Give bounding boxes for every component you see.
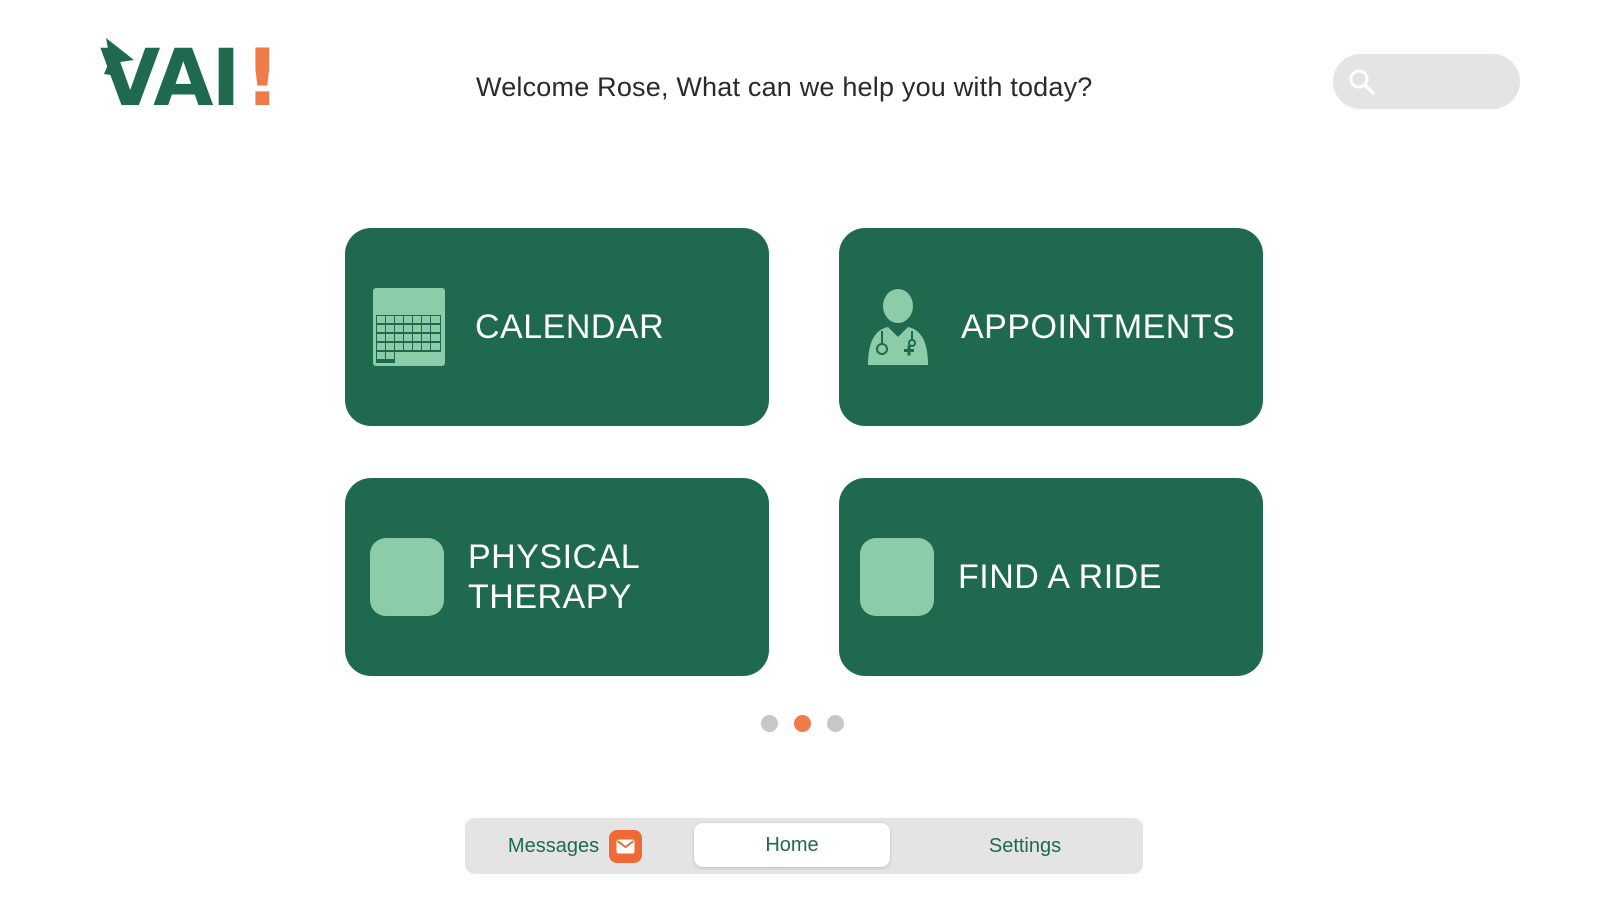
bottom-nav: Messages Home Settings bbox=[465, 818, 1143, 874]
search-icon bbox=[1349, 69, 1375, 95]
nav-messages-label: Messages bbox=[507, 834, 600, 857]
nav-settings-label: Settings bbox=[988, 834, 1062, 857]
physical-therapy-label-line1: PHYSICAL bbox=[468, 538, 641, 576]
page-dot-2-active[interactable] bbox=[794, 715, 811, 732]
search-bar[interactable] bbox=[1333, 54, 1520, 109]
search-input[interactable] bbox=[1387, 66, 1517, 97]
app-logo: VAI ! bbox=[100, 38, 280, 118]
doctor-icon bbox=[868, 289, 928, 365]
carousel-pagination bbox=[761, 715, 844, 732]
page-dot-3[interactable] bbox=[827, 715, 844, 732]
calendar-tile-label: CALENDAR bbox=[475, 308, 665, 346]
find-a-ride-tile-label: FIND A RIDE bbox=[958, 558, 1162, 596]
physical-therapy-tile-label: PHYSICAL THERAPY bbox=[468, 537, 640, 617]
welcome-message: Welcome Rose, What can we help you with … bbox=[476, 72, 1093, 102]
page-dot-1[interactable] bbox=[761, 715, 778, 732]
appointments-tile[interactable]: APPOINTMENTS bbox=[839, 228, 1263, 426]
mail-icon bbox=[609, 829, 643, 863]
nav-messages-tab[interactable]: Messages bbox=[495, 818, 655, 874]
logo-wordmark: VAI bbox=[100, 34, 240, 124]
physical-therapy-icon bbox=[370, 538, 444, 616]
physical-therapy-label-line2: THERAPY bbox=[468, 578, 633, 616]
find-a-ride-icon bbox=[860, 538, 934, 616]
physical-therapy-tile[interactable]: PHYSICAL THERAPY bbox=[345, 478, 769, 676]
calendar-icon bbox=[373, 288, 445, 366]
calendar-tile[interactable]: CALENDAR bbox=[345, 228, 769, 426]
nav-home-tab[interactable]: Home bbox=[694, 823, 890, 867]
nav-home-label: Home bbox=[765, 833, 819, 856]
find-a-ride-tile[interactable]: FIND A RIDE bbox=[839, 478, 1263, 676]
logo-exclamation: ! bbox=[244, 34, 281, 124]
nav-settings-tab[interactable]: Settings bbox=[945, 818, 1105, 874]
appointments-tile-label: APPOINTMENTS bbox=[961, 308, 1236, 346]
